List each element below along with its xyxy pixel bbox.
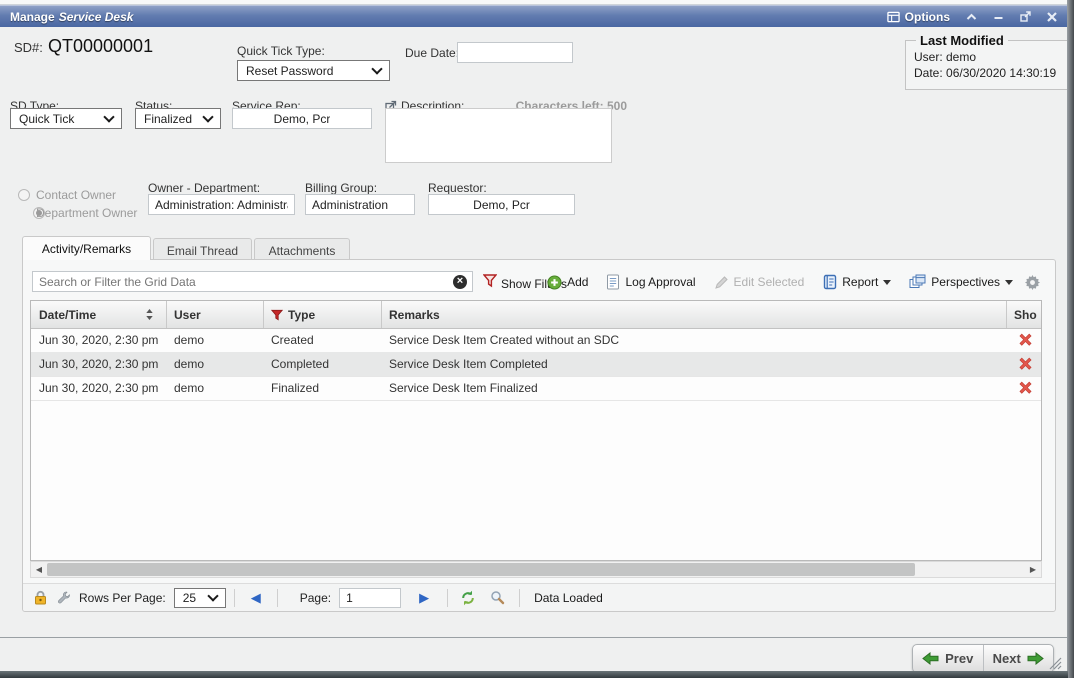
contact-owner-label: Contact Owner xyxy=(36,188,116,202)
add-icon xyxy=(547,275,562,290)
activity-grid: Date/Time User Type Remarks Sho Jun 30, … xyxy=(30,300,1042,561)
column-header-type[interactable]: Type xyxy=(288,308,315,322)
clear-search-icon[interactable]: × xyxy=(453,275,467,289)
sort-icon[interactable] xyxy=(145,309,154,320)
grid-status-text: Data Loaded xyxy=(534,591,603,605)
footer-divider xyxy=(0,637,1068,638)
due-date-label: Due Date: xyxy=(405,46,459,60)
contact-owner-radio xyxy=(18,189,30,201)
scroll-left-icon[interactable]: ◀ xyxy=(31,562,47,577)
table-row[interactable]: Jun 30, 2020, 2:30 pm demo Completed Ser… xyxy=(31,352,1041,377)
manage-service-desk-window: ManageService Desk Options SD#: QT00 xyxy=(0,0,1074,678)
last-modified-user: User: demo xyxy=(914,49,1072,65)
page-label: Page: xyxy=(300,591,331,605)
report-book-icon xyxy=(822,274,837,290)
delete-row-icon[interactable] xyxy=(1019,357,1032,370)
column-header-datetime[interactable]: Date/Time xyxy=(39,308,96,322)
requestor-field[interactable]: Demo, Pcr xyxy=(428,194,575,215)
quick-tick-type-select[interactable]: Reset Password xyxy=(237,60,390,81)
window-title: ManageService Desk xyxy=(10,10,133,24)
prev-next-group: Prev Next xyxy=(912,644,1054,673)
search-input[interactable] xyxy=(32,271,473,292)
table-row[interactable]: Jun 30, 2020, 2:30 pm demo Created Servi… xyxy=(31,328,1041,353)
green-right-arrow-icon xyxy=(1027,652,1044,665)
dropdown-arrow-icon xyxy=(883,280,891,285)
tab-email-thread[interactable]: Email Thread xyxy=(153,238,252,260)
close-icon[interactable] xyxy=(1047,12,1057,22)
expand-icon[interactable] xyxy=(1020,11,1031,22)
options-button[interactable]: Options xyxy=(887,10,950,24)
column-header-remarks[interactable]: Remarks xyxy=(389,308,440,322)
status-select[interactable]: Finalized xyxy=(135,108,221,129)
billing-group-label: Billing Group: xyxy=(305,181,377,195)
delete-row-icon[interactable] xyxy=(1019,333,1032,346)
last-modified-date: Date: 06/30/2020 14:30:19 xyxy=(914,65,1072,81)
perspectives-windows-icon xyxy=(909,274,926,290)
chevron-down-icon xyxy=(103,111,114,122)
wrench-icon[interactable] xyxy=(56,590,71,605)
sd-type-select[interactable]: Quick Tick xyxy=(10,108,122,129)
minimize-icon[interactable] xyxy=(993,13,1004,21)
owner-department-label: Owner - Department: xyxy=(148,181,260,195)
billing-group-field[interactable]: Administration xyxy=(305,194,415,215)
chevron-down-icon xyxy=(371,63,382,74)
last-modified-box: Last Modified User: demo Date: 06/30/202… xyxy=(905,33,1074,90)
report-button[interactable]: Report xyxy=(822,274,891,290)
grid-pager-bar: Rows Per Page: 25 ◀ Page: ▶ Data Loaded xyxy=(23,583,1055,611)
chevron-down-icon xyxy=(202,111,213,122)
quick-tick-type-label: Quick Tick Type: xyxy=(237,44,325,58)
dropdown-arrow-icon xyxy=(1005,280,1013,285)
tab-activity-remarks[interactable]: Activity/Remarks xyxy=(22,236,151,260)
column-header-user[interactable]: User xyxy=(174,308,201,322)
chevron-down-icon xyxy=(207,590,218,601)
due-date-input[interactable] xyxy=(457,42,573,63)
sd-number-label: SD#: xyxy=(14,40,43,55)
window-frame-bottom xyxy=(0,671,1068,678)
sd-number-value: QT00000001 xyxy=(48,36,153,57)
edit-selected-button: Edit Selected xyxy=(714,275,805,290)
description-textarea[interactable] xyxy=(385,108,612,163)
rows-per-page-select[interactable]: 25 xyxy=(174,588,226,608)
options-list-icon xyxy=(887,11,900,23)
log-approval-button[interactable]: Log Approval xyxy=(606,274,695,290)
rows-per-page-label: Rows Per Page: xyxy=(79,591,166,605)
last-modified-title: Last Modified xyxy=(916,33,1008,48)
table-row[interactable]: Jun 30, 2020, 2:30 pm demo Finalized Ser… xyxy=(31,376,1041,401)
scrollbar-thumb[interactable] xyxy=(47,563,915,576)
refresh-icon[interactable] xyxy=(460,590,476,606)
filter-funnel-icon[interactable] xyxy=(483,273,497,288)
delete-row-icon[interactable] xyxy=(1019,381,1032,394)
prev-button[interactable]: Prev xyxy=(913,645,983,672)
grid-horizontal-scrollbar[interactable]: ◀ ▶ xyxy=(30,561,1042,578)
collapse-icon[interactable] xyxy=(966,13,977,21)
column-header-show[interactable]: Sho xyxy=(1014,308,1037,322)
requestor-label: Requestor: xyxy=(428,181,487,195)
grid-header-row: Date/Time User Type Remarks Sho xyxy=(31,301,1041,329)
service-rep-field[interactable]: Demo, Pcr xyxy=(232,108,372,129)
owner-department-field[interactable]: Administration: Administra xyxy=(148,194,295,215)
scroll-right-icon[interactable]: ▶ xyxy=(1025,562,1041,577)
prev-page-icon[interactable]: ◀ xyxy=(251,591,261,604)
next-page-icon[interactable]: ▶ xyxy=(419,591,429,604)
perspectives-button[interactable]: Perspectives xyxy=(909,274,1013,290)
magnifier-icon[interactable] xyxy=(490,590,505,605)
page-input[interactable] xyxy=(339,588,401,608)
gear-icon[interactable] xyxy=(1025,275,1040,290)
green-left-arrow-icon xyxy=(922,652,939,665)
window-frame-right xyxy=(1067,0,1074,678)
tab-attachments[interactable]: Attachments xyxy=(254,238,350,260)
lock-icon[interactable] xyxy=(33,590,48,605)
add-button[interactable]: Add xyxy=(547,275,588,290)
resize-grip-icon[interactable] xyxy=(1046,656,1062,670)
grid-toolbar: Add Log Approval Edit Selected Report xyxy=(588,269,1040,295)
active-filter-funnel-icon[interactable] xyxy=(271,309,283,321)
next-button[interactable]: Next xyxy=(983,645,1054,672)
pencil-icon xyxy=(714,275,729,290)
document-icon xyxy=(606,274,620,290)
department-owner-label: Department Owner xyxy=(36,206,137,220)
window-titlebar: ManageService Desk Options xyxy=(0,5,1067,27)
